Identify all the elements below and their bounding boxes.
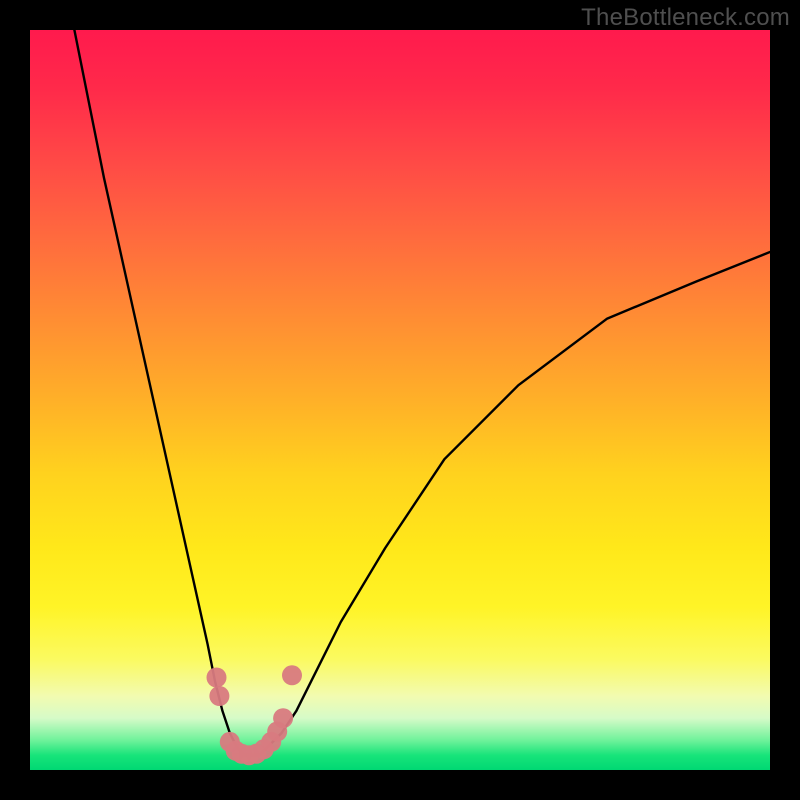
watermark-text: TheBottleneck.com <box>581 4 790 32</box>
chart-frame: TheBottleneck.com <box>0 0 800 800</box>
bottleneck-curve <box>74 30 770 755</box>
plot-area <box>30 30 770 770</box>
chart-svg <box>30 30 770 770</box>
highlighted-points <box>207 665 303 765</box>
